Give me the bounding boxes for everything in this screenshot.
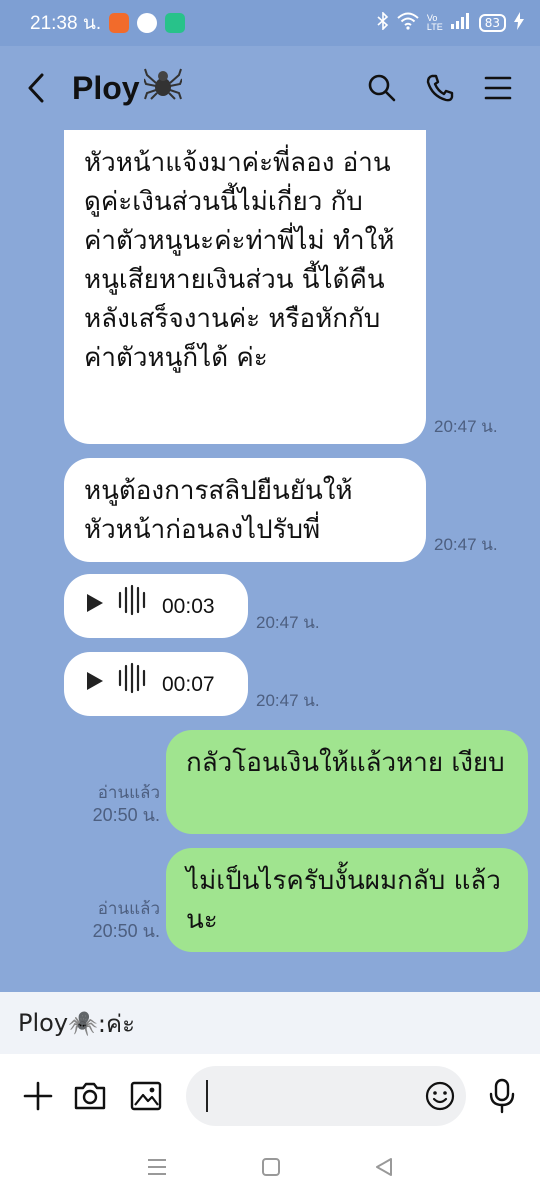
message-time: 20:47 น. xyxy=(256,691,320,710)
wifi-icon xyxy=(397,12,419,34)
message-text: กลัวโอนเงินให้แล้วหาย เงียบ xyxy=(186,748,505,778)
preview-text: :ค่ะ xyxy=(97,1009,135,1038)
message-text: ไม่เป็นไรครับงั้นผมกลับ แล้วนะ xyxy=(186,866,501,935)
notification-app-icon xyxy=(137,13,158,33)
read-receipt: อ่านแล้ว 20:50 น. xyxy=(80,782,160,826)
camera-icon[interactable] xyxy=(72,1078,108,1114)
message-time: 20:47 น. xyxy=(256,613,320,632)
message-text: หัวหน้าแจ้งมาค่ะพี่ลอง อ่านดูค่ะเงินส่วน… xyxy=(84,148,395,373)
bluetooth-icon xyxy=(377,11,389,34)
message-time: 20:50 น. xyxy=(92,921,160,941)
back-nav-icon[interactable] xyxy=(374,1157,394,1181)
incoming-message[interactable]: หนูต้องการสลิปยืนยันให้ หัวหน้าก่อนลงไปร… xyxy=(64,458,426,562)
message-time: 20:50 น. xyxy=(92,805,160,825)
waveform-icon xyxy=(118,662,148,707)
preview-sender: Ploy🕷️ xyxy=(18,1009,98,1037)
notification-app-icon xyxy=(109,13,130,33)
voice-duration: 00:03 xyxy=(162,594,215,618)
message-time: 20:47 น. xyxy=(434,535,498,554)
read-status: อ่านแล้ว xyxy=(97,783,160,802)
reply-preview-bar[interactable]: Ploy🕷️ :ค่ะ xyxy=(0,992,540,1054)
incoming-message[interactable]: หัวหน้าแจ้งมาค่ะพี่ลอง อ่านดูค่ะเงินส่วน… xyxy=(64,130,426,444)
system-nav-bar xyxy=(0,1138,540,1200)
message-time: 20:47 น. xyxy=(434,417,498,436)
chat-area[interactable]: หัวหน้าแจ้งมาค่ะพี่ลอง อ่านดูค่ะเงินส่วน… xyxy=(0,130,540,992)
outgoing-message[interactable]: ไม่เป็นไรครับงั้นผมกลับ แล้วนะ xyxy=(166,848,528,952)
play-icon[interactable] xyxy=(86,665,104,704)
read-receipt: อ่านแล้ว 20:50 น. xyxy=(80,898,160,942)
voice-message[interactable]: 00:03 xyxy=(64,574,248,638)
chat-title[interactable]: Ploy xyxy=(72,67,183,109)
back-arrow-icon[interactable] xyxy=(26,68,56,108)
notification-app-icon xyxy=(165,13,186,33)
read-status: อ่านแล้ว xyxy=(97,899,160,918)
outgoing-message[interactable]: กลัวโอนเงินให้แล้วหาย เงียบ xyxy=(166,730,528,834)
emoji-icon[interactable] xyxy=(424,1080,456,1116)
phone-icon[interactable] xyxy=(424,72,456,104)
volte-icon: Vo LTE xyxy=(426,13,443,32)
battery-level: 83 xyxy=(478,14,506,32)
voice-duration: 00:07 xyxy=(162,672,215,696)
status-time: 21:38 น. xyxy=(30,13,102,34)
waveform-icon xyxy=(118,584,148,629)
message-input[interactable] xyxy=(186,1066,466,1126)
microphone-icon[interactable] xyxy=(484,1078,520,1114)
chat-header: Ploy xyxy=(0,46,540,130)
message-input-bar xyxy=(0,1054,540,1138)
play-icon[interactable] xyxy=(86,587,104,626)
search-icon[interactable] xyxy=(366,72,398,104)
text-caret xyxy=(206,1080,208,1112)
recent-apps-icon[interactable] xyxy=(146,1158,168,1180)
spider-icon xyxy=(142,67,183,109)
signal-icon xyxy=(450,13,471,33)
chat-title-text: Ploy xyxy=(72,69,140,106)
status-bar: 21:38 น. Vo LTE 83 xyxy=(0,0,540,46)
image-icon[interactable] xyxy=(128,1078,164,1114)
message-text: หนูต้องการสลิปยืนยันให้ หัวหน้าก่อนลงไปร… xyxy=(84,476,353,545)
plus-icon[interactable] xyxy=(20,1078,56,1114)
home-icon[interactable] xyxy=(261,1157,281,1181)
menu-icon[interactable] xyxy=(482,72,514,104)
voice-message[interactable]: 00:07 xyxy=(64,652,248,716)
charging-icon xyxy=(514,12,524,34)
